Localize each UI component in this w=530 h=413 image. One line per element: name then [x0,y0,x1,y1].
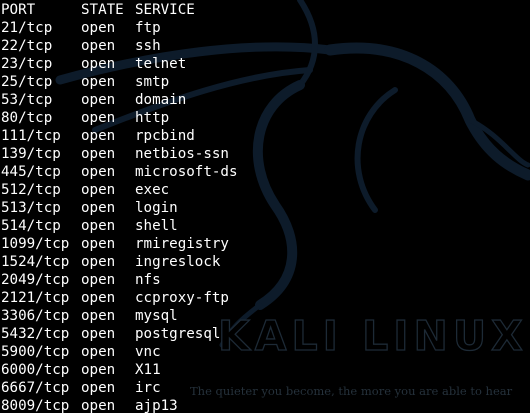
port-cell: 2121/tcp [1,290,70,306]
service-cell: ccproxy-ftp [135,290,229,306]
service-cell: ftp [135,20,161,36]
port-row: 111/tcp open rpcbind [1,127,295,145]
port-row: 53/tcp open domain [1,91,295,109]
state-cell: open [81,164,116,180]
service-cell: telnet [135,56,187,72]
state-cell: open [81,290,116,306]
state-cell: open [81,254,116,270]
port-row: 25/tcp open smtp [1,73,295,91]
service-cell: rmiregistry [135,236,229,252]
port-cell: 111/tcp [1,128,61,144]
nmap-output: PORT STATE SERVICE 21/tcp open ftp 22/tc… [1,1,295,413]
service-cell: domain [135,92,187,108]
service-cell: smtp [135,74,170,90]
service-cell: ssh [135,38,161,54]
port-row: 23/tcp open telnet [1,55,295,73]
state-cell: open [81,20,116,36]
port-cell: 8009/tcp [1,398,70,413]
service-cell: microsoft-ds [135,164,238,180]
port-cell: 445/tcp [1,164,61,180]
state-cell: open [81,74,116,90]
port-row: 1524/tcp open ingreslock [1,253,295,271]
service-cell: vnc [135,344,161,360]
service-cell: netbios-ssn [135,146,229,162]
service-cell: mysql [135,308,178,324]
service-cell: shell [135,218,178,234]
state-cell: open [81,218,116,234]
state-cell: open [81,308,116,324]
terminal-window[interactable]: KALI LINUX The quieter you become, the m… [0,0,530,413]
port-cell: 25/tcp [1,74,53,90]
port-cell: 1524/tcp [1,254,70,270]
port-cell: 23/tcp [1,56,53,72]
state-cell: open [81,398,116,413]
state-cell: open [81,56,116,72]
port-cell: 53/tcp [1,92,53,108]
port-row: 80/tcp open http [1,109,295,127]
port-row: 512/tcp open exec [1,181,295,199]
port-cell: 80/tcp [1,110,53,126]
port-row: 514/tcp open shell [1,217,295,235]
state-header: STATE [81,2,124,18]
state-cell: open [81,146,116,162]
state-cell: open [81,182,116,198]
port-row: 21/tcp open ftp [1,19,295,37]
state-cell: open [81,236,116,252]
port-cell: 6000/tcp [1,362,70,378]
service-cell: irc [135,380,161,396]
port-cell: 6667/tcp [1,380,70,396]
port-cell: 5900/tcp [1,344,70,360]
port-cell: 513/tcp [1,200,61,216]
port-row: 2049/tcp open nfs [1,271,295,289]
port-row: 22/tcp open ssh [1,37,295,55]
port-cell: 514/tcp [1,218,61,234]
port-row: 8009/tcp open ajp13 [1,397,295,413]
state-cell: open [81,344,116,360]
port-cell: 22/tcp [1,38,53,54]
port-cell: 1099/tcp [1,236,70,252]
service-cell: postgresql [135,326,221,342]
port-cell: 21/tcp [1,20,53,36]
port-row: 139/tcp open netbios-ssn [1,145,295,163]
port-row: 5432/tcp open postgresql [1,325,295,343]
port-row: 3306/tcp open mysql [1,307,295,325]
port-cell: 512/tcp [1,182,61,198]
port-cell: 3306/tcp [1,308,70,324]
service-cell: ingreslock [135,254,221,270]
service-cell: ajp13 [135,398,178,413]
port-row: 1099/tcp open rmiregistry [1,235,295,253]
port-row: 6000/tcp open X11 [1,361,295,379]
port-cell: 2049/tcp [1,272,70,288]
port-row: 5900/tcp open vnc [1,343,295,361]
state-cell: open [81,380,116,396]
port-row: 2121/tcp open ccproxy-ftp [1,289,295,307]
state-cell: open [81,200,116,216]
port-row: 445/tcp open microsoft-ds [1,163,295,181]
port-cell: 5432/tcp [1,326,70,342]
port-cell: 139/tcp [1,146,61,162]
port-header: PORT [1,2,36,18]
state-cell: open [81,272,116,288]
service-header: SERVICE [135,2,195,18]
state-cell: open [81,362,116,378]
port-row: 513/tcp open login [1,199,295,217]
state-cell: open [81,110,116,126]
service-cell: rpcbind [135,128,195,144]
service-cell: login [135,200,178,216]
service-cell: http [135,110,170,126]
service-cell: nfs [135,272,161,288]
state-cell: open [81,326,116,342]
port-row: 6667/tcp open irc [1,379,295,397]
state-cell: open [81,38,116,54]
state-cell: open [81,128,116,144]
header-row: PORT STATE SERVICE [1,1,295,19]
service-cell: exec [135,182,170,198]
service-cell: X11 [135,362,161,378]
state-cell: open [81,92,116,108]
